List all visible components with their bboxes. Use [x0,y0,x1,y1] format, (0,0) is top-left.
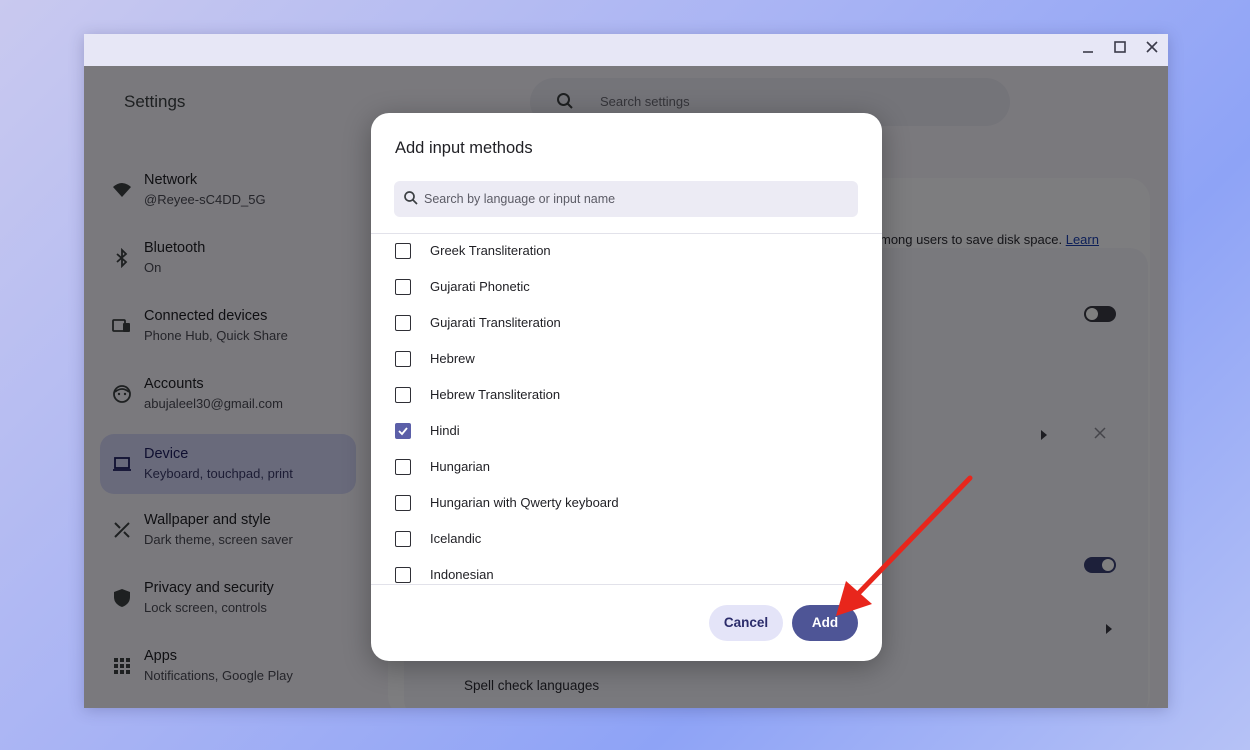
annotation-arrow-icon [836,475,973,616]
